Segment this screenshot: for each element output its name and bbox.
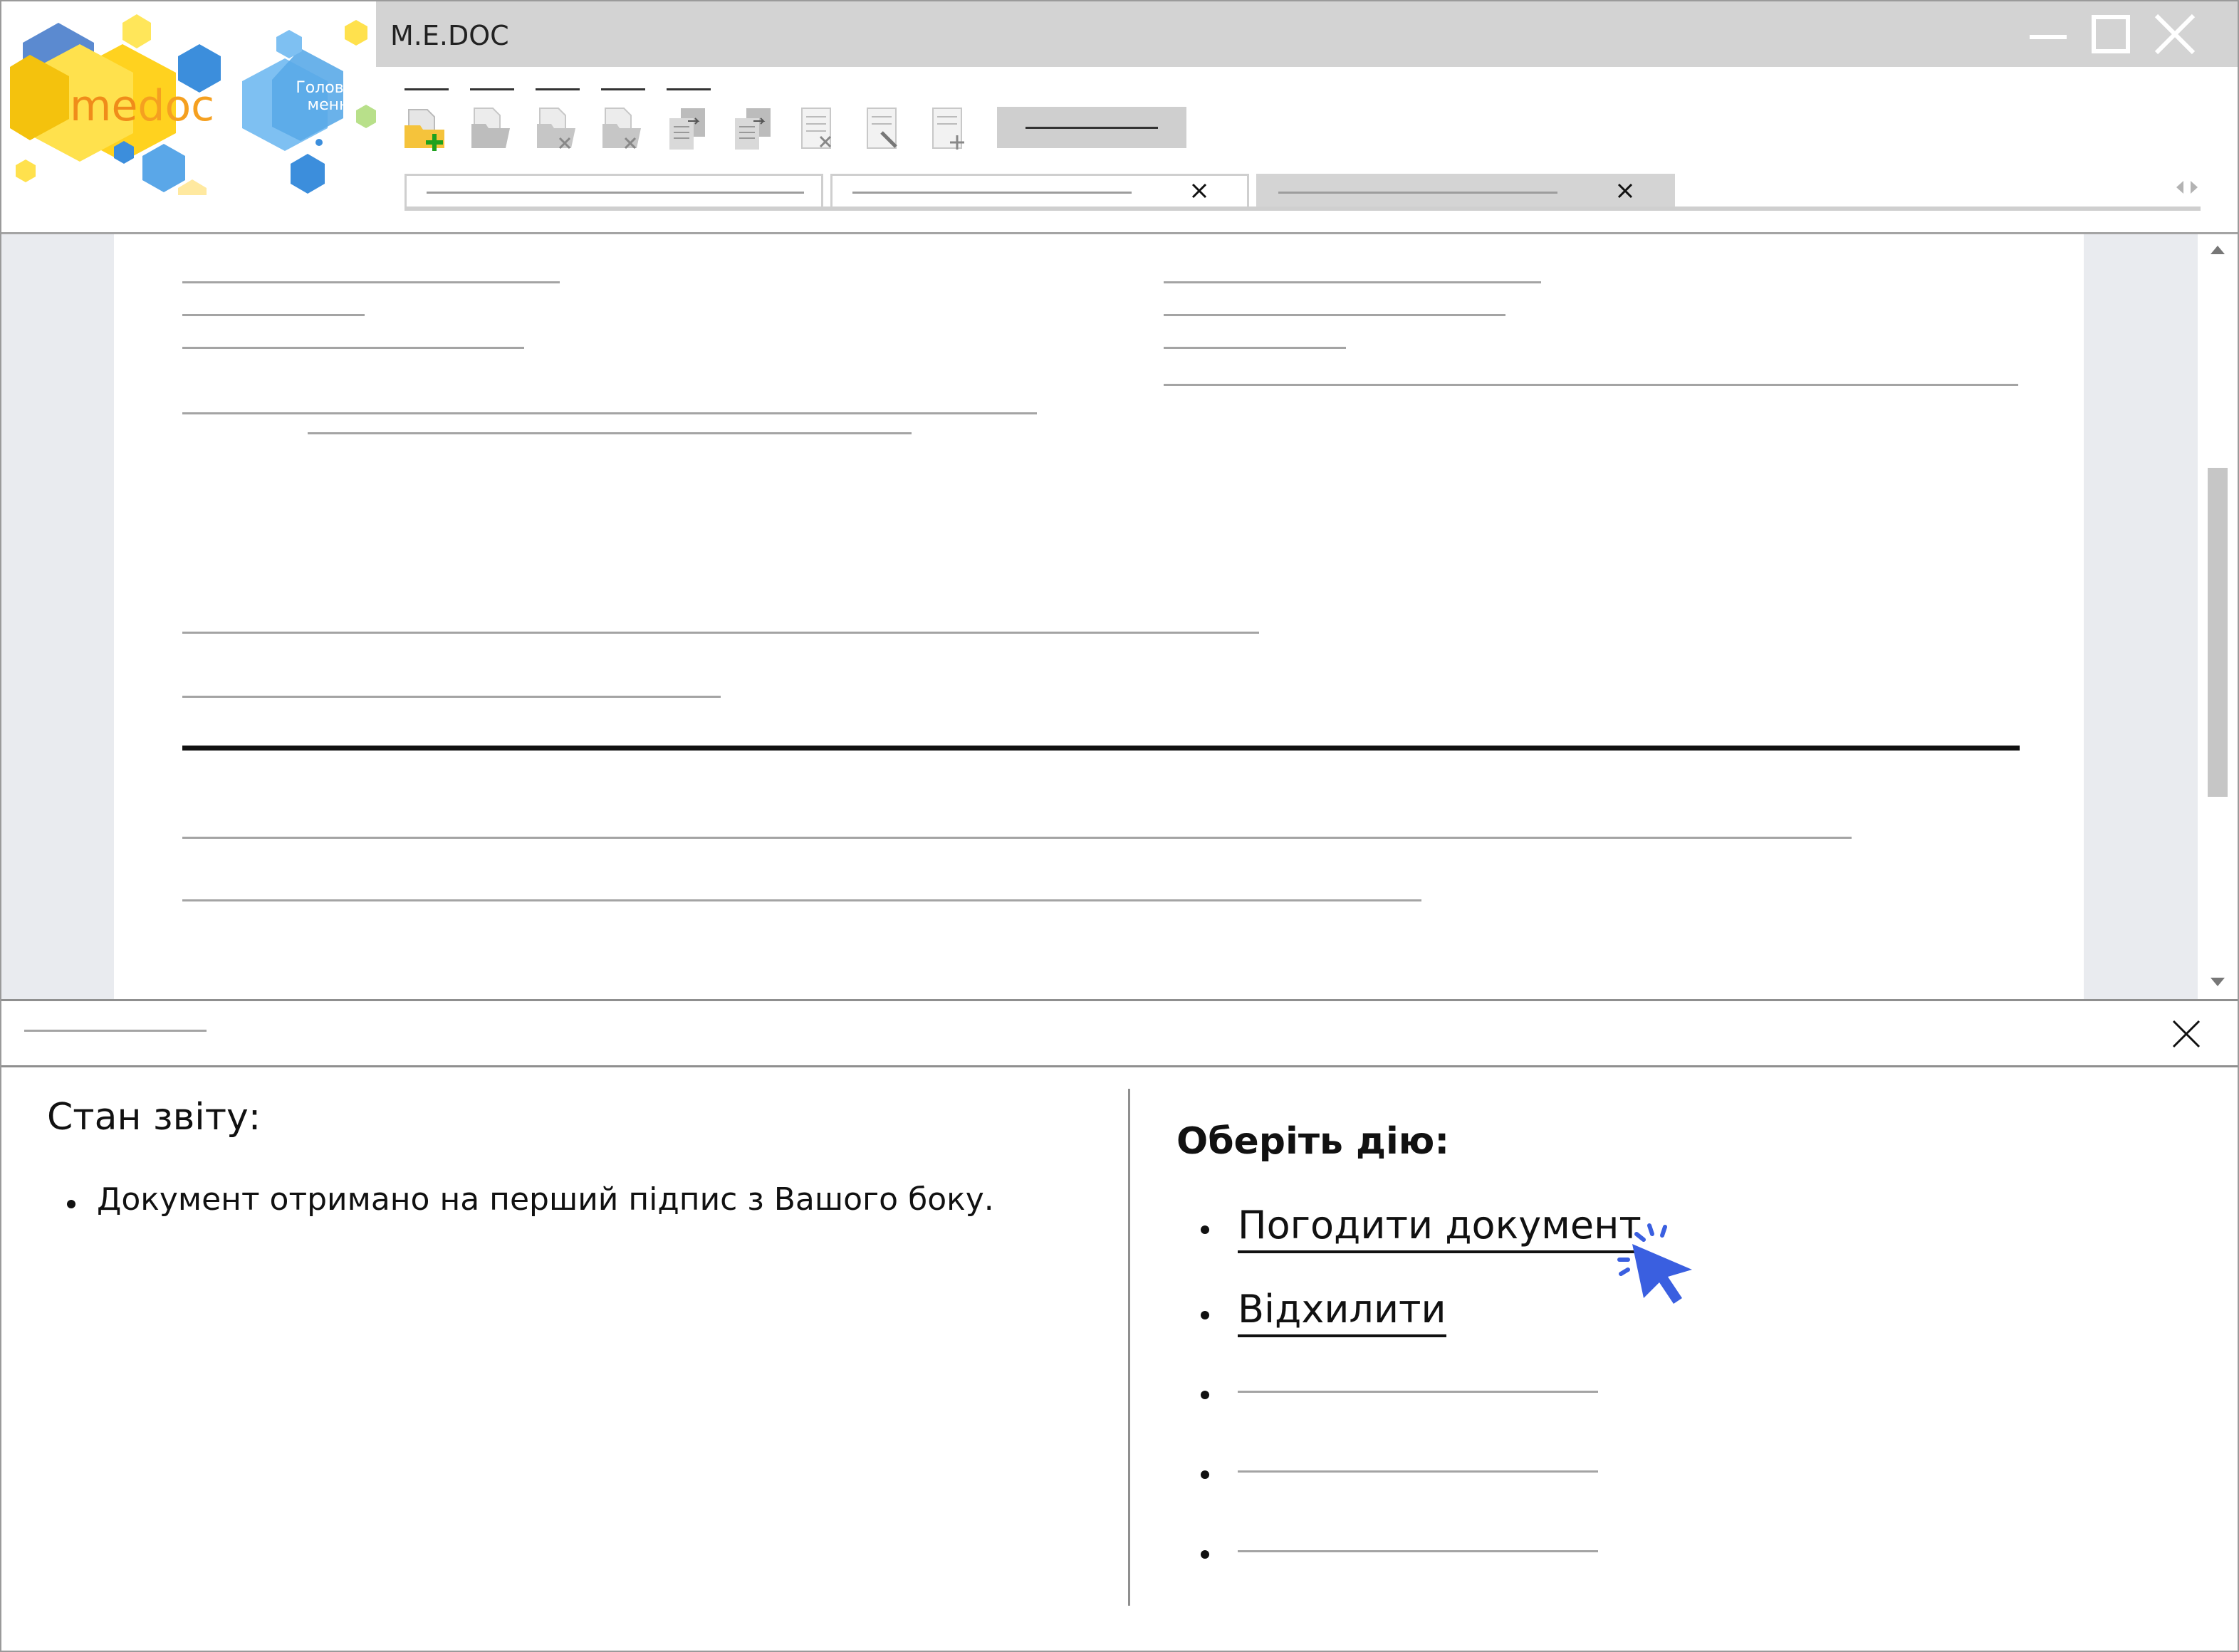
text-placeholder xyxy=(182,837,1852,839)
scroll-up-icon[interactable] xyxy=(2208,243,2228,257)
toolbar xyxy=(376,67,2238,232)
toolbar-label-placeholder xyxy=(470,88,514,90)
text-placeholder xyxy=(182,281,560,283)
toolbar-action-button[interactable] xyxy=(997,107,1186,148)
document-section-divider xyxy=(182,746,2020,751)
actions-title: Оберіть дію: xyxy=(1176,1120,1450,1163)
open-folder-icon[interactable] xyxy=(467,104,517,154)
toolbar-label-placeholder xyxy=(405,88,449,90)
text-placeholder xyxy=(182,696,721,698)
maximize-icon[interactable] xyxy=(2087,11,2136,57)
minimize-icon[interactable] xyxy=(2024,11,2074,57)
panel-header xyxy=(1,1001,2238,1065)
close-tab-icon[interactable] xyxy=(1614,180,1636,202)
panel-title-placeholder xyxy=(24,1030,207,1032)
move-document-icon[interactable] xyxy=(729,104,779,154)
logo-text-me: me xyxy=(70,81,138,131)
tab-label-placeholder xyxy=(427,192,804,194)
new-document-icon[interactable] xyxy=(402,104,452,154)
close-tab-icon[interactable] xyxy=(1189,180,1210,202)
edit-page-icon[interactable] xyxy=(860,104,910,154)
report-state-item: Документ отримано на перший підпис з Ваш… xyxy=(97,1181,994,1218)
logo-text-doc: doc xyxy=(137,81,215,131)
text-placeholder xyxy=(182,899,1421,901)
document-tab[interactable] xyxy=(830,174,1249,209)
delete-file-icon[interactable] xyxy=(598,104,648,154)
tab-label-placeholder xyxy=(1278,192,1557,194)
text-placeholder xyxy=(182,314,365,316)
app-title: M.E.DOC xyxy=(390,20,509,51)
approve-document-label: Погодити документ xyxy=(1238,1203,1642,1248)
approve-document-link[interactable]: Погодити документ xyxy=(1238,1203,1642,1253)
scrollbar-thumb[interactable] xyxy=(2208,468,2228,797)
scroll-down-icon[interactable] xyxy=(2208,975,2228,989)
bullet xyxy=(1201,1550,1209,1559)
document-tab[interactable] xyxy=(405,174,823,209)
text-placeholder xyxy=(182,412,1037,414)
logo-area: medoc Головне меню xyxy=(1,1,376,232)
logo-text: medoc xyxy=(70,81,214,131)
action-placeholder[interactable] xyxy=(1238,1550,1598,1552)
tab-label-placeholder xyxy=(852,192,1132,194)
delete-folder-icon[interactable] xyxy=(533,104,583,154)
bullet xyxy=(1201,1311,1209,1319)
copy-document-icon[interactable] xyxy=(664,104,714,154)
text-placeholder xyxy=(1164,384,2018,386)
text-placeholder xyxy=(1164,281,1541,283)
button-label-placeholder xyxy=(1025,127,1158,129)
reject-document-label: Відхилити xyxy=(1238,1287,1446,1332)
tab-scroll-arrows-icon[interactable] xyxy=(2172,177,2202,198)
reject-document-link[interactable]: Відхилити xyxy=(1238,1287,1446,1337)
link-underline xyxy=(1238,1250,1642,1253)
document-tab-active[interactable] xyxy=(1256,174,1675,209)
toolbar-label-placeholder xyxy=(536,88,580,90)
action-placeholder[interactable] xyxy=(1238,1470,1598,1473)
tabs-base-line xyxy=(405,206,2201,211)
text-placeholder xyxy=(182,632,1259,634)
title-bar: M.E.DOC xyxy=(376,1,2238,67)
app-window: medoc Головне меню M.E.DOC Стан звіту: Д… xyxy=(0,0,2239,1652)
text-placeholder xyxy=(308,432,912,434)
panel-column-separator xyxy=(1128,1089,1130,1606)
main-menu-button[interactable]: Головне меню xyxy=(291,80,369,114)
remove-page-icon[interactable] xyxy=(795,104,845,154)
text-placeholder xyxy=(182,347,524,349)
bullet xyxy=(1201,1225,1209,1234)
close-window-icon[interactable] xyxy=(2149,11,2199,57)
toolbar-label-placeholder xyxy=(601,88,645,90)
action-placeholder[interactable] xyxy=(1238,1391,1598,1393)
bullet xyxy=(1201,1391,1209,1399)
toolbar-label-placeholder xyxy=(667,88,711,90)
close-panel-icon[interactable] xyxy=(2169,1017,2203,1051)
bullet xyxy=(1201,1470,1209,1479)
document-page xyxy=(114,234,2084,999)
document-viewer xyxy=(1,234,2238,999)
add-page-icon[interactable] xyxy=(926,104,976,154)
link-underline xyxy=(1238,1334,1446,1337)
text-placeholder xyxy=(1164,347,1346,349)
text-placeholder xyxy=(1164,314,1505,316)
bullet xyxy=(67,1200,75,1208)
vertical-scrollbar[interactable] xyxy=(2198,234,2238,999)
report-panel: Стан звіту: Документ отримано на перший … xyxy=(1,1067,2238,1651)
mouse-pointer-icon xyxy=(1617,1223,1692,1304)
report-state-title: Стан звіту: xyxy=(47,1096,261,1139)
